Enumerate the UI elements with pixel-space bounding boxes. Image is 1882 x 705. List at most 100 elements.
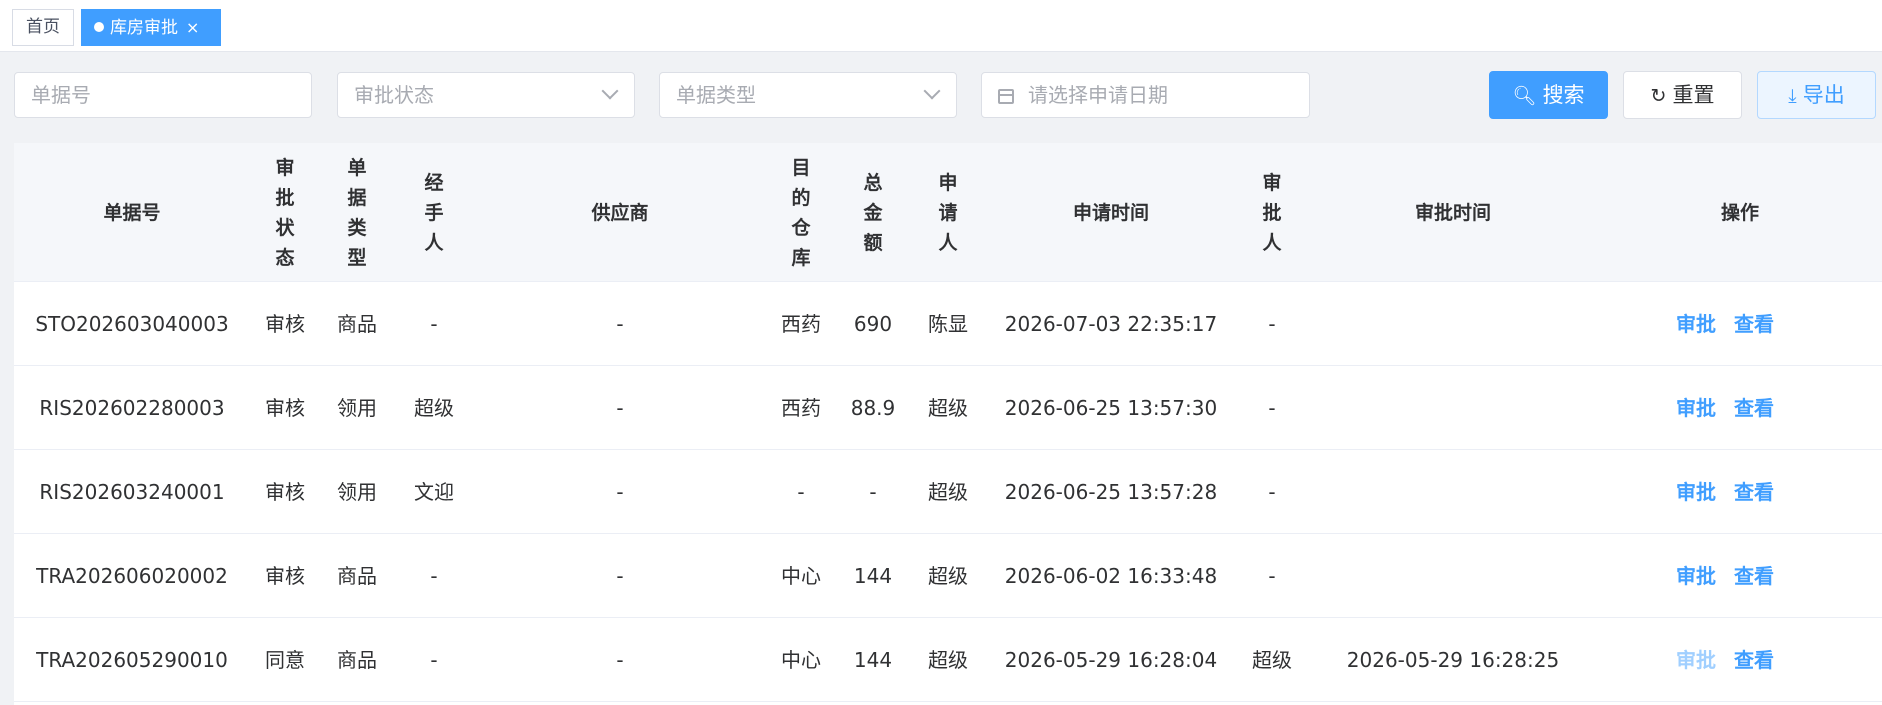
chevron-down-icon xyxy=(923,82,941,100)
cell-supplier: - xyxy=(616,648,624,672)
col-status: 审 批 状 态 xyxy=(250,143,320,282)
table-row: STO202603040003 审核 商品 - - 西药 690 陈显 2026-07-03 2… xyxy=(14,282,1882,366)
cell-applicant: 超级 xyxy=(928,648,968,672)
col-label: 操作 xyxy=(1720,201,1759,224)
cell-no: TRA202606020002 xyxy=(36,564,228,588)
cell-approver: 超级 xyxy=(1252,648,1292,672)
reset-label: 重置 xyxy=(1672,83,1715,107)
view-link[interactable]: 查看 xyxy=(1734,312,1774,336)
approve-link[interactable]: 审批 xyxy=(1676,648,1716,672)
chevron-down-icon xyxy=(601,82,619,100)
cell-apply-time: 2026-06-25 13:57:30 xyxy=(1004,396,1218,420)
approve-link[interactable]: 审批 xyxy=(1676,480,1716,504)
reset-button[interactable]: ↻ 重置 xyxy=(1623,71,1742,119)
col-label: 审 批 人 xyxy=(1262,171,1282,254)
view-link[interactable]: 查看 xyxy=(1734,648,1774,672)
col-label: 目 的 仓 库 xyxy=(791,156,811,269)
cell-actions: 审批 查看 xyxy=(1676,534,1882,618)
cell-supplier: - xyxy=(616,564,624,588)
cell-handler: - xyxy=(430,564,438,588)
col-handler: 经 手 人 xyxy=(394,143,474,282)
cell-approver: - xyxy=(1268,480,1276,504)
cell-actions: 审批 查看 xyxy=(1676,450,1882,534)
cell-actions: 审批 查看 xyxy=(1676,366,1882,450)
cell-handler: - xyxy=(430,312,438,336)
cell-handler: - xyxy=(430,648,438,672)
cell-approve-time xyxy=(1308,534,1598,618)
cell-supplier: - xyxy=(616,312,624,336)
cell-handler: 超级 xyxy=(414,396,454,420)
cell-no: STO202603040003 xyxy=(35,312,229,336)
cell-amount: 690 xyxy=(853,312,893,336)
cell-applicant: 超级 xyxy=(928,564,968,588)
cell-status: 审核 xyxy=(265,564,305,588)
search-button[interactable]: 🔍︎ 搜索 xyxy=(1489,71,1608,119)
table-row: TRA202606020002 审核 商品 - - 中心 144 超级 2026-06-02 1… xyxy=(14,534,1882,618)
col-doc-no: 单据号 xyxy=(14,143,250,282)
col-warehouse: 目 的 仓 库 xyxy=(766,143,836,282)
approve-link[interactable]: 审批 xyxy=(1676,564,1716,588)
col-label: 审 批 状 态 xyxy=(275,156,295,269)
search-icon: 🔍︎ xyxy=(1512,85,1537,107)
status-placeholder: 审批状态 xyxy=(354,83,434,107)
cell-amount: - xyxy=(869,480,877,504)
calendar-icon xyxy=(998,89,1014,104)
date-placeholder: 请选择申请日期 xyxy=(1028,83,1168,107)
col-supplier: 供应商 xyxy=(474,143,766,282)
cell-type: 商品 xyxy=(337,312,377,336)
col-label: 申请时间 xyxy=(1072,201,1149,224)
table-header: 单据号 审 批 状 态 单 据 类 型 经 手 人 供应商 目 的 仓 库 总 … xyxy=(14,143,1882,282)
col-applicant: 申 请 人 xyxy=(910,143,986,282)
view-link[interactable]: 查看 xyxy=(1734,480,1774,504)
cell-supplier: - xyxy=(616,396,624,420)
col-amount: 总 金 额 xyxy=(836,143,910,282)
cell-supplier: - xyxy=(616,480,624,504)
cell-amount: 144 xyxy=(853,564,893,588)
export-button[interactable]: ⤓ 导出 xyxy=(1757,71,1876,119)
cell-handler: 文迎 xyxy=(414,480,454,504)
cell-approve-time: 2026-05-29 16:28:25 xyxy=(1346,648,1560,672)
cell-warehouse: 中心 xyxy=(781,564,821,588)
cell-warehouse: 中心 xyxy=(781,648,821,672)
active-dot-icon xyxy=(94,22,104,32)
approve-link[interactable]: 审批 xyxy=(1676,312,1716,336)
col-apply-time: 申请时间 xyxy=(986,143,1236,282)
cell-actions: 审批 查看 xyxy=(1676,618,1882,702)
approve-link[interactable]: 审批 xyxy=(1676,396,1716,420)
cell-approver: - xyxy=(1268,396,1276,420)
cell-apply-time: 2026-05-29 16:28:04 xyxy=(1004,648,1218,672)
cell-amount: 88.9 xyxy=(850,396,896,420)
table-row: RIS202602280003 审核 领用 超级 - 西药 88.9 超级 2026-06-25… xyxy=(14,366,1882,450)
col-label: 供应商 xyxy=(591,201,649,224)
doc-type-select[interactable]: 单据类型 xyxy=(659,72,957,118)
col-actions: 操作 xyxy=(1598,143,1882,282)
view-link[interactable]: 查看 xyxy=(1734,564,1774,588)
cell-applicant: 陈显 xyxy=(928,312,968,336)
tab-warehouse-approval[interactable]: 库房审批 × xyxy=(81,9,221,46)
cell-warehouse: - xyxy=(797,480,805,504)
cell-type: 领用 xyxy=(337,396,377,420)
cell-actions: 审批 查看 xyxy=(1676,282,1882,366)
view-link[interactable]: 查看 xyxy=(1734,396,1774,420)
type-placeholder: 单据类型 xyxy=(676,83,756,107)
tab-home-label: 首页 xyxy=(26,17,60,37)
cell-status: 审核 xyxy=(265,396,305,420)
tab-home[interactable]: 首页 xyxy=(12,9,74,46)
doc-no-placeholder: 单据号 xyxy=(31,83,91,107)
cell-no: RIS202602280003 xyxy=(39,396,225,420)
col-label: 经 手 人 xyxy=(424,171,444,254)
table-row: RIS202603240001 审核 领用 文迎 - - - 超级 2026-06-25 13:… xyxy=(14,450,1882,534)
status-select[interactable]: 审批状态 xyxy=(337,72,635,118)
date-range-picker[interactable]: 请选择申请日期 xyxy=(981,72,1310,118)
doc-no-input[interactable]: 单据号 xyxy=(14,72,312,118)
cell-warehouse: 西药 xyxy=(781,396,821,420)
col-label: 总 金 额 xyxy=(863,171,883,254)
cell-no: RIS202603240001 xyxy=(39,480,225,504)
close-icon[interactable]: × xyxy=(186,10,199,45)
cell-status: 审核 xyxy=(265,480,305,504)
col-approve-time: 审批时间 xyxy=(1308,143,1598,282)
col-label: 审批时间 xyxy=(1414,201,1491,224)
cell-warehouse: 西药 xyxy=(781,312,821,336)
export-label: 导出 xyxy=(1802,83,1845,107)
approval-table: 单据号 审 批 状 态 单 据 类 型 经 手 人 供应商 目 的 仓 库 总 … xyxy=(14,143,1882,705)
